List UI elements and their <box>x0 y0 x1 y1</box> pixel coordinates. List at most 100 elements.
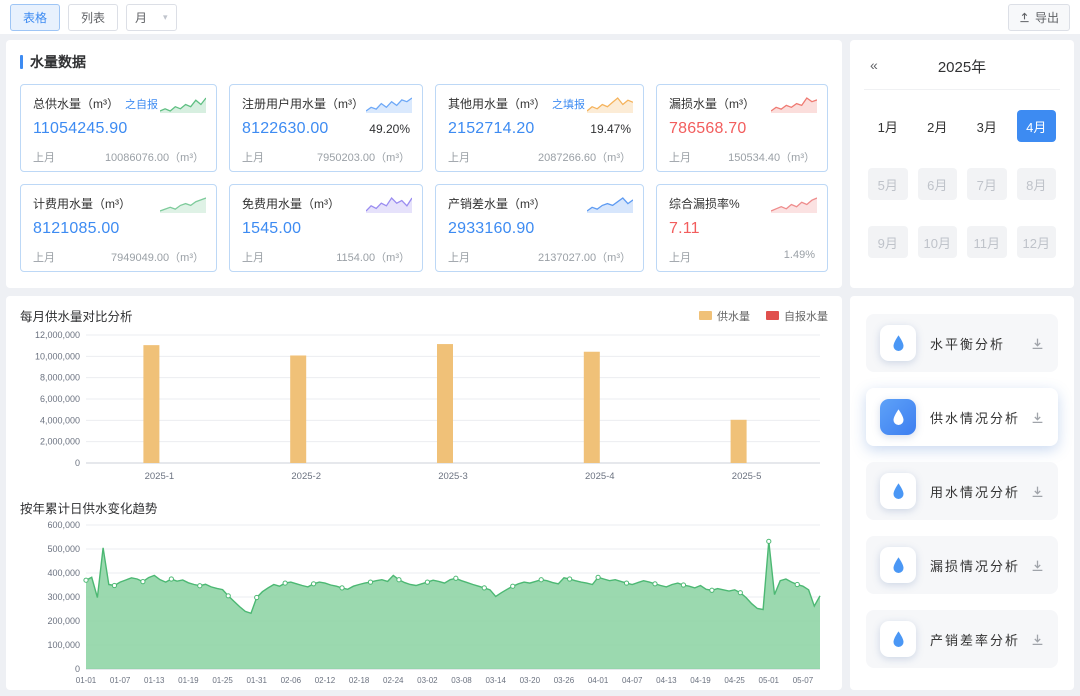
analysis-item-label: 供水情况分析 <box>930 408 1031 427</box>
legend-item[interactable]: 供水量 <box>699 308 750 324</box>
analysis-item-label: 产销差率分析 <box>930 630 1031 649</box>
stat-card-title: 免费用水量（m³） <box>242 195 340 212</box>
stat-card-title: 计费用水量（m³） <box>33 195 131 212</box>
analysis-item-4[interactable]: 漏损情况分析 <box>866 536 1058 594</box>
svg-text:2025-5: 2025-5 <box>732 471 762 482</box>
download-icon[interactable] <box>1031 337 1044 350</box>
calendar-month-2[interactable]: 2月 <box>918 110 958 142</box>
svg-text:03-08: 03-08 <box>451 676 472 685</box>
water-drop-icon-tile <box>880 547 916 583</box>
water-drop-icon <box>891 630 906 649</box>
stat-card-value-row: 786568.70 <box>669 120 815 138</box>
stat-card-prev-row: 上月2087266.60（m³） <box>448 149 631 165</box>
charts-panel: 每月供水量对比分析 供水量自报水量 02,000,0004,000,0006,0… <box>6 296 842 690</box>
calendar-month-4[interactable]: 4月 <box>1017 110 1057 142</box>
stat-card-value-row: 8122630.0049.20% <box>242 120 410 138</box>
stat-card-prev-row: 上月10086076.00（m³） <box>33 149 204 165</box>
topbar: 表格列表 月 ▾ 导出 <box>0 0 1080 34</box>
svg-text:04-01: 04-01 <box>588 676 609 685</box>
analysis-item-3[interactable]: 用水情况分析 <box>866 462 1058 520</box>
stat-card-value-row: 1545.00 <box>242 220 410 238</box>
download-icon[interactable] <box>1031 633 1044 646</box>
svg-text:02-12: 02-12 <box>315 676 336 685</box>
stat-card-value-row: 8121085.00 <box>33 220 204 238</box>
stat-card-value: 2933160.90 <box>448 220 535 238</box>
stat-card-prev-row: 上月7949049.00（m³） <box>33 249 204 265</box>
svg-text:2025-3: 2025-3 <box>438 471 468 482</box>
analysis-item-1[interactable]: 水平衡分析 <box>866 314 1058 372</box>
stat-card-prev-row: 上月1.49% <box>669 249 815 265</box>
stat-card-prev-row: 上月2137027.00（m³） <box>448 249 631 265</box>
svg-text:04-19: 04-19 <box>690 676 711 685</box>
svg-text:01-25: 01-25 <box>212 676 233 685</box>
stat-card-prev-value: 7949049.00（m³） <box>111 249 204 265</box>
stat-card-prev-label: 上月 <box>33 149 55 165</box>
download-icon[interactable] <box>1031 485 1044 498</box>
calendar-month-11[interactable]: 11月 <box>967 226 1007 258</box>
calendar-month-1[interactable]: 1月 <box>868 110 908 142</box>
calendar-year: 2025年 <box>938 59 986 76</box>
calendar-month-3[interactable]: 3月 <box>967 110 1007 142</box>
water-drop-icon-tile <box>880 621 916 657</box>
sparkline <box>587 195 633 213</box>
svg-text:01-19: 01-19 <box>178 676 199 685</box>
svg-text:0: 0 <box>75 664 80 674</box>
stat-card-title: 漏损水量（m³） <box>669 95 755 112</box>
svg-text:100,000: 100,000 <box>47 640 80 650</box>
analysis-item-2[interactable]: 供水情况分析 <box>866 388 1058 446</box>
tab-table[interactable]: 表格 <box>10 4 60 31</box>
svg-text:400,000: 400,000 <box>47 568 80 578</box>
svg-text:03-20: 03-20 <box>520 676 541 685</box>
sparkline <box>771 95 817 113</box>
svg-text:02-06: 02-06 <box>281 676 302 685</box>
stat-card-value-row: 11054245.90 <box>33 120 204 138</box>
content: 水量数据 总供水量（m³）之自报11054245.90上月10086076.00… <box>0 34 1080 696</box>
page-title: 水量数据 <box>20 52 828 72</box>
analysis-item-5[interactable]: 产销差率分析 <box>866 610 1058 668</box>
sparkline <box>587 95 633 113</box>
export-button[interactable]: 导出 <box>1008 4 1070 31</box>
calendar-month-9[interactable]: 9月 <box>868 226 908 258</box>
sparkline <box>160 95 206 113</box>
svg-text:01-07: 01-07 <box>110 676 131 685</box>
calendar-prev-button[interactable]: « <box>870 57 878 73</box>
main-column: 水量数据 总供水量（m³）之自报11054245.90上月10086076.00… <box>6 40 842 690</box>
calendar-month-5[interactable]: 5月 <box>868 168 908 200</box>
tab-list[interactable]: 列表 <box>68 4 118 31</box>
calendar-month-7[interactable]: 7月 <box>967 168 1007 200</box>
month-select[interactable]: 月 ▾ <box>126 4 177 31</box>
svg-text:10,000,000: 10,000,000 <box>35 351 80 361</box>
stat-card-value-row: 7.11 <box>669 220 815 238</box>
title-accent-bar <box>20 55 23 69</box>
calendar-month-12[interactable]: 12月 <box>1017 226 1057 258</box>
calendar-month-8[interactable]: 8月 <box>1017 168 1057 200</box>
svg-text:04-25: 04-25 <box>724 676 745 685</box>
sparkline <box>771 195 817 213</box>
stat-card-tag: 之填报 <box>552 96 585 112</box>
stat-card-tag: 之自报 <box>125 96 158 112</box>
svg-text:04-13: 04-13 <box>656 676 677 685</box>
calendar-month-10[interactable]: 10月 <box>918 226 958 258</box>
download-icon[interactable] <box>1031 411 1044 424</box>
water-data-panel: 水量数据 总供水量（m³）之自报11054245.90上月10086076.00… <box>6 40 842 288</box>
stat-card-prev-label: 上月 <box>448 149 470 165</box>
stat-card-prev-row: 上月150534.40（m³） <box>669 149 815 165</box>
calendar-month-6[interactable]: 6月 <box>918 168 958 200</box>
download-icon[interactable] <box>1031 559 1044 572</box>
svg-text:600,000: 600,000 <box>47 520 80 530</box>
water-drop-icon <box>891 334 906 353</box>
stat-card-prev-label: 上月 <box>242 149 264 165</box>
calendar-panel: « 2025年 1月 2月 3月 4月 5月 6月 7月 8月 9月 10月 11月 12月 <box>850 40 1074 288</box>
sparkline <box>366 195 412 213</box>
svg-text:4,000,000: 4,000,000 <box>40 415 80 425</box>
stat-card: 产销差水量（m³）2933160.90上月2137027.00（m³） <box>435 184 644 272</box>
svg-text:2025-1: 2025-1 <box>145 471 175 482</box>
bar-chart-title: 每月供水量对比分析 <box>20 306 133 325</box>
svg-text:05-01: 05-01 <box>759 676 780 685</box>
svg-text:03-26: 03-26 <box>554 676 575 685</box>
svg-text:2025-2: 2025-2 <box>291 471 321 482</box>
svg-text:03-14: 03-14 <box>485 676 506 685</box>
water-drop-icon-tile <box>880 473 916 509</box>
analysis-item-label: 漏损情况分析 <box>930 556 1031 575</box>
legend-item[interactable]: 自报水量 <box>766 308 828 324</box>
